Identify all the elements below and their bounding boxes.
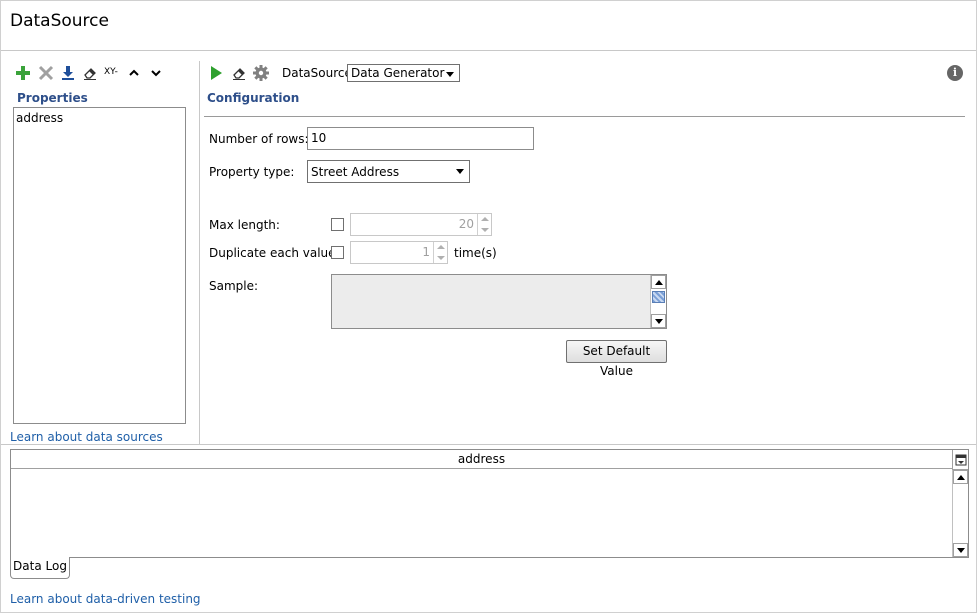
property-type-label: Property type:	[209, 165, 295, 179]
column-header-address[interactable]: address	[11, 450, 952, 469]
chevron-down-icon	[446, 72, 454, 77]
max-length-checkbox[interactable]	[331, 218, 344, 231]
sample-label: Sample:	[209, 279, 259, 293]
stepper-buttons[interactable]	[477, 214, 491, 235]
configuration-divider	[204, 116, 965, 117]
scroll-up-button[interactable]	[953, 470, 968, 484]
datasource-select[interactable]: Data Generator	[347, 64, 460, 82]
eraser-icon[interactable]	[231, 65, 247, 81]
max-length-stepper[interactable]: 20	[350, 213, 492, 236]
column-chooser-icon[interactable]	[952, 450, 968, 470]
eraser-icon[interactable]	[82, 65, 98, 81]
stepper-buttons[interactable]	[433, 242, 447, 263]
xy-icon[interactable]: XY-	[104, 67, 118, 77]
delete-icon[interactable]	[38, 65, 54, 81]
max-length-value: 20	[458, 217, 474, 231]
pane-divider[interactable]	[199, 61, 200, 444]
window-title: DataSource	[10, 11, 109, 31]
grid-scrollbar[interactable]	[952, 470, 968, 557]
tab-data-log[interactable]: Data Log	[10, 557, 70, 579]
properties-list[interactable]: address	[13, 107, 186, 424]
datasource-window: DataSource XY- Properties address Learn …	[0, 0, 977, 613]
splitter[interactable]	[1, 444, 976, 445]
sample-output[interactable]	[331, 274, 667, 329]
property-type-value: Street Address	[311, 165, 400, 179]
scroll-down-button[interactable]	[953, 543, 968, 557]
move-up-icon[interactable]	[126, 65, 142, 81]
scroll-down-button[interactable]	[651, 314, 666, 328]
rows-input[interactable]: 10	[307, 127, 534, 150]
gear-icon[interactable]	[253, 65, 269, 81]
rows-label: Number of rows:	[209, 132, 309, 146]
data-grid[interactable]: address	[10, 449, 969, 558]
property-type-select[interactable]: Street Address	[307, 160, 470, 183]
title-divider	[1, 50, 976, 51]
max-length-label: Max length:	[209, 218, 280, 232]
properties-label: Properties	[17, 91, 88, 105]
set-default-value-button[interactable]: Set Default Value	[566, 340, 667, 378]
move-down-icon[interactable]	[148, 65, 164, 81]
sample-scrollbar[interactable]	[650, 275, 666, 328]
configuration-label: Configuration	[207, 91, 300, 105]
duplicate-stepper[interactable]: 1	[350, 241, 448, 264]
duplicate-label: Duplicate each value:	[209, 246, 340, 260]
datasource-label: DataSource:	[282, 66, 356, 80]
datasource-select-value: Data Generator	[351, 66, 445, 80]
run-icon[interactable]	[208, 65, 224, 81]
learn-data-sources-link[interactable]: Learn about data sources	[10, 430, 163, 444]
scroll-up-button[interactable]	[651, 275, 666, 289]
add-icon[interactable]	[15, 65, 31, 81]
chevron-down-icon	[456, 169, 464, 174]
download-icon[interactable]	[60, 65, 76, 81]
duplicate-value: 1	[422, 245, 430, 259]
duplicate-unit: time(s)	[454, 246, 497, 260]
duplicate-checkbox[interactable]	[331, 246, 344, 259]
info-icon[interactable]: i	[947, 65, 963, 81]
scroll-thumb[interactable]	[652, 291, 665, 303]
list-item[interactable]: address	[14, 108, 185, 128]
learn-data-driven-testing-link[interactable]: Learn about data-driven testing	[10, 592, 201, 606]
